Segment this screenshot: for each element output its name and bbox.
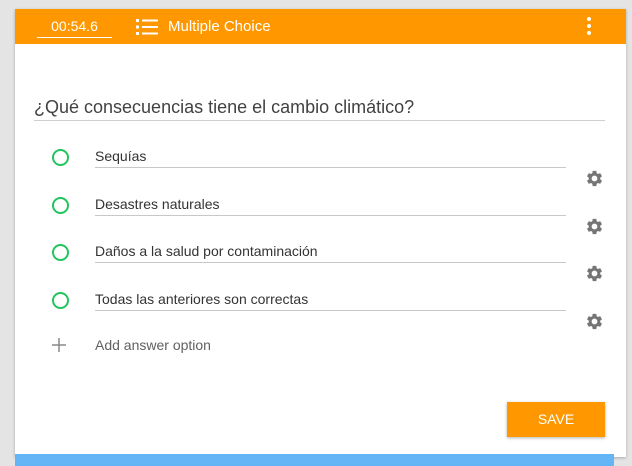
radio-button[interactable]	[52, 244, 69, 261]
question-type-label[interactable]: Multiple Choice	[168, 17, 271, 36]
answer-option-input[interactable]: Desastres naturales	[95, 196, 566, 216]
answer-option: Sequías	[15, 148, 626, 188]
more-vertical-icon[interactable]	[579, 16, 599, 36]
gear-icon[interactable]	[585, 264, 604, 283]
radio-button[interactable]	[52, 197, 69, 214]
add-answer-option-button[interactable]: Add answer option	[95, 337, 211, 354]
plus-icon[interactable]	[52, 338, 66, 352]
timer-field[interactable]: 00:54.6	[37, 17, 112, 38]
radio-button[interactable]	[52, 292, 69, 309]
answer-option: Todas las anteriores son correctas	[15, 291, 626, 331]
gear-icon[interactable]	[585, 217, 604, 236]
question-editor-card: 00:54.6 Multiple Choice ¿Qué consecuenci…	[15, 9, 626, 466]
gear-icon[interactable]	[585, 169, 604, 188]
radio-button[interactable]	[52, 149, 69, 166]
editor-header: 00:54.6 Multiple Choice	[15, 9, 626, 44]
add-answer-option-row[interactable]: Add answer option	[15, 336, 626, 358]
gear-icon[interactable]	[585, 312, 604, 331]
answer-option: Desastres naturales	[15, 196, 626, 236]
save-button[interactable]: SAVE	[507, 402, 605, 437]
bottom-bar	[15, 454, 614, 466]
question-input[interactable]: ¿Qué consecuencias tiene el cambio climá…	[34, 96, 605, 121]
answer-option-input[interactable]: Sequías	[95, 148, 566, 168]
answer-option-input[interactable]: Daños a la salud por contaminación	[95, 243, 566, 263]
list-icon	[136, 19, 158, 35]
answer-option-input[interactable]: Todas las anteriores son correctas	[95, 291, 566, 311]
answer-option: Daños a la salud por contaminación	[15, 243, 626, 283]
